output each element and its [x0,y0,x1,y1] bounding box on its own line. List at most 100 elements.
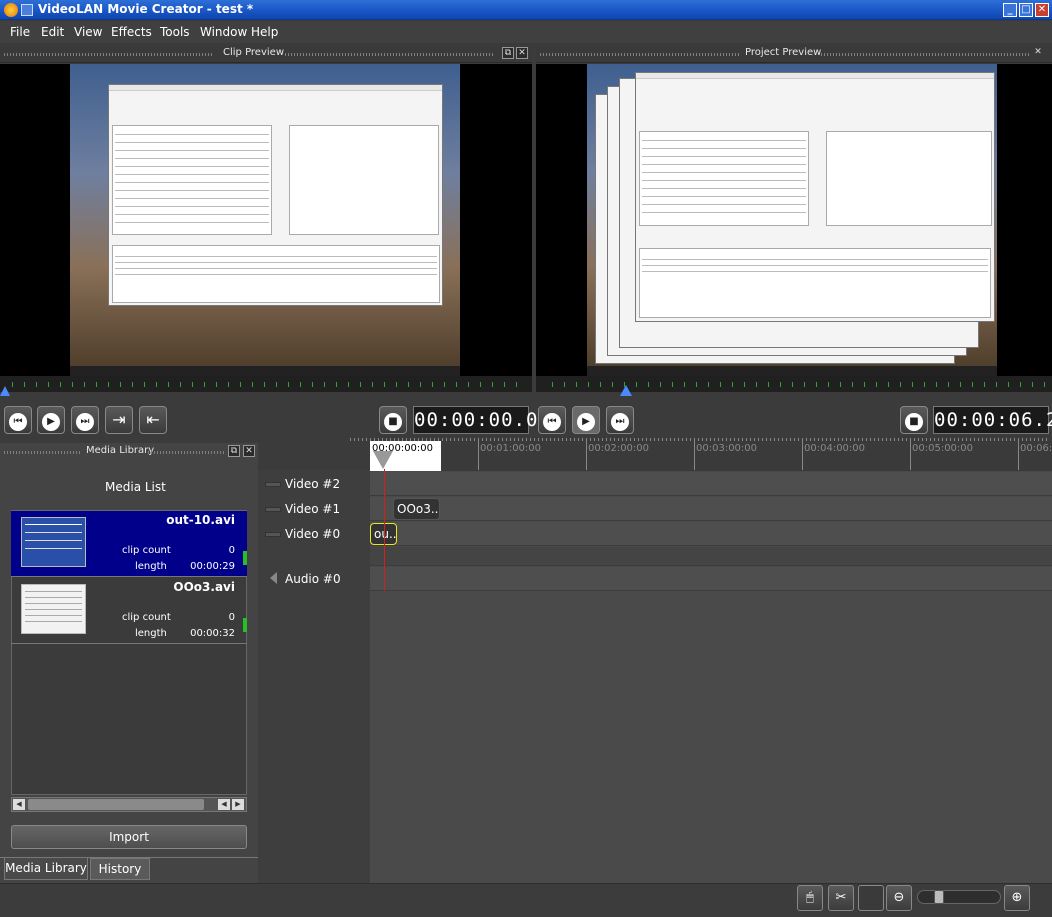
length-value: 00:00:32 [190,628,235,639]
zoom-out-button[interactable]: ⊖ [886,885,912,911]
scroll-left-icon[interactable]: ◀ [13,799,25,810]
clip-seek-handle-icon[interactable] [0,386,10,396]
clip-preview-close-button[interactable]: ✕ [516,47,528,59]
zoom-in-button[interactable]: ⊕ [1004,885,1030,911]
media-play-marker-icon[interactable] [243,618,247,632]
mark-in-icon: ⇥ [112,410,126,429]
project-next-frame-button[interactable]: ⏭ [606,406,634,434]
playhead-cursor [384,469,385,591]
ruler-label: 00:03:00:00 [696,443,758,454]
clip-preview-video [0,64,532,376]
track-audio-0[interactable] [370,567,1052,591]
media-library-float-button[interactable]: ⧉ [228,445,240,457]
zoom-in-icon: ⊕ [1011,890,1023,905]
clip-previous-frame-button[interactable]: ⏮ [4,406,32,434]
ruler-label: 00:02:00:00 [588,443,650,454]
zoom-slider[interactable] [917,890,1001,904]
menu-bar: File Edit View Effects Tools Window Help [0,21,1052,43]
clip-count-value: 0 [228,545,235,556]
minimize-button[interactable]: _ [1003,3,1017,17]
ruler-label: 00:01:00:00 [480,443,542,454]
mark-out-button[interactable]: ⇤ [139,406,167,434]
menu-effects[interactable]: Effects [111,25,152,39]
scissors-icon: ✂ [835,890,847,905]
empty-tool-slot [858,885,884,911]
mark-in-button[interactable]: ⇥ [105,406,133,434]
clip-next-frame-button[interactable]: ⏭ [71,406,99,434]
menu-edit[interactable]: Edit [41,25,64,39]
stop-icon: ■ [384,413,402,431]
project-play-button[interactable]: ▶ [572,406,600,434]
next-icon: ⏭ [76,413,94,431]
scroll-thumb[interactable] [28,799,204,810]
menu-file[interactable]: File [10,25,30,39]
clip-play-button[interactable]: ▶ [37,406,65,434]
mouse-icon: 🖱 [806,890,814,905]
track-handle-icon[interactable] [265,532,281,537]
media-library-title: Media Library [86,445,155,456]
media-play-marker-icon[interactable] [243,551,247,565]
project-previous-frame-button[interactable]: ⏮ [538,406,566,434]
length-label: length [135,628,167,639]
track-handle-icon[interactable] [265,507,281,512]
media-item-ooo3[interactable]: OOo3.avi clip count 0 length 00:00:32 [11,578,247,644]
track-video-1[interactable] [370,497,1052,521]
menu-view[interactable]: View [74,25,102,39]
window-title: VideoLAN Movie Creator - test * [38,2,254,16]
zoom-out-icon: ⊖ [893,890,905,905]
project-seek-handle-icon[interactable] [620,385,632,396]
project-preview-close-button[interactable]: ✕ [1032,47,1044,59]
media-thumbnail [21,517,86,567]
media-name: OOo3.avi [173,580,235,594]
mark-out-icon: ⇤ [146,410,160,429]
play-icon: ▶ [577,413,595,431]
tab-media-library[interactable]: Media Library [4,858,88,880]
maximize-button[interactable]: □ [1019,3,1033,17]
play-icon: ▶ [42,413,60,431]
track-name-video-1: Video #1 [285,502,341,516]
import-button[interactable]: Import [11,825,247,849]
clip-preview-seek-ruler[interactable] [0,376,532,392]
media-library-close-button[interactable]: ✕ [243,445,255,457]
tab-history[interactable]: History [90,858,150,880]
media-thumbnail [21,584,86,634]
track-separator [370,547,1052,566]
audio-track-arrow-icon[interactable] [270,572,277,584]
clip-timecode: 00:00:00.00 [413,406,550,434]
previous-icon: ⏮ [543,413,561,431]
length-label: length [135,561,167,572]
menu-tools[interactable]: Tools [160,25,190,39]
previous-icon: ⏮ [9,413,27,431]
media-name: out-10.avi [166,513,235,527]
project-preview-seek-ruler[interactable] [536,376,1052,392]
ruler-label: 00:04:00:00 [804,443,866,454]
track-handle-icon[interactable] [265,482,281,487]
scroll-left-end-icon[interactable]: ◀ [218,799,230,810]
track-video-0[interactable] [370,522,1052,546]
selection-tool-button[interactable]: 🖱 [797,885,823,911]
clip-stop-button[interactable]: ■ [379,406,407,434]
project-preview-header: Project Preview ✕ [536,45,1052,63]
playhead-handle-icon[interactable] [373,451,393,469]
track-headers: Video #2 Video #1 Video #0 Audio #0 [258,470,370,883]
menu-help[interactable]: Help [251,25,278,39]
close-button[interactable]: ✕ [1035,3,1049,17]
project-stop-button[interactable]: ■ [900,406,928,434]
cut-tool-button[interactable]: ✂ [828,885,854,911]
track-video-2[interactable] [370,472,1052,496]
timeline-ruler[interactable]: 00:00:00:00 00:01:00:00 00:02:00:00 00:0… [370,441,1052,471]
zoom-slider-thumb[interactable] [934,890,944,904]
length-value: 00:00:29 [190,561,235,572]
scroll-right-icon[interactable]: ▶ [232,799,244,810]
media-list-scrollbar[interactable]: ◀ ◀ ▶ [11,797,247,812]
clip-preview-float-button[interactable]: ⧉ [502,47,514,59]
media-item-out-10[interactable]: out-10.avi clip count 0 length 00:00:29 [11,511,247,577]
ruler-label: 00:06: [1020,443,1052,454]
timeline[interactable]: 00:00:00:00 00:01:00:00 00:02:00:00 00:0… [370,441,1052,883]
clip-preview-header: Clip Preview ⧉ ✕ [0,45,532,63]
clip-count-label: clip count [122,545,171,556]
menu-window[interactable]: Window [200,25,247,39]
track-name-video-0: Video #0 [285,527,341,541]
timeline-clip-ooo3[interactable]: OOo3.... [393,498,440,520]
window-menu-icon[interactable] [21,4,33,16]
